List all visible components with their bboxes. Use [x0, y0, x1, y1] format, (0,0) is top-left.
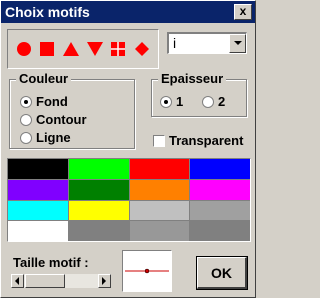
couleur-group-label: Couleur [16, 71, 72, 86]
radio-contour-label: Contour [36, 112, 87, 127]
arrow-right-icon [102, 277, 106, 285]
color-palette [7, 158, 251, 242]
color-swatch[interactable] [68, 221, 129, 241]
radio-contour[interactable]: Contour [20, 112, 87, 127]
slider-thumb[interactable] [25, 274, 65, 288]
pattern-combo[interactable]: i [167, 32, 247, 54]
epaisseur-group: Epaisseur 1 2 [151, 71, 247, 117]
transparent-checkbox[interactable] [153, 134, 165, 147]
cross-square-shape-icon [111, 42, 126, 56]
radio-epaisseur-2[interactable]: 2 [202, 94, 225, 109]
color-swatch[interactable] [129, 159, 190, 179]
color-swatch[interactable] [8, 221, 68, 241]
color-swatch[interactable] [190, 221, 250, 241]
triangle-down-shape-icon [86, 42, 103, 56]
pattern-preview [122, 250, 172, 292]
window-title: Choix motifs [5, 4, 90, 20]
slider-right-button[interactable] [98, 274, 111, 288]
color-swatch[interactable] [129, 179, 190, 200]
square-shape-button[interactable] [38, 40, 56, 58]
radio-contour-button[interactable] [20, 113, 32, 126]
triangle-up-shape-button[interactable] [62, 40, 80, 58]
taille-motif-slider[interactable] [11, 274, 111, 288]
color-swatch[interactable] [190, 179, 250, 200]
shape-selector [7, 29, 159, 69]
color-swatch[interactable] [190, 159, 250, 179]
radio-fond[interactable]: Fond [20, 94, 68, 109]
cross-square-shape-button[interactable] [109, 40, 127, 58]
color-swatch[interactable] [129, 200, 190, 221]
radio-epaisseur-1-button[interactable] [160, 95, 172, 108]
preview-line-icon [125, 268, 169, 274]
diamond-shape-button[interactable] [133, 40, 151, 58]
circle-shape-button[interactable] [15, 40, 33, 58]
color-swatch[interactable] [8, 179, 68, 200]
transparent-checkbox-row[interactable]: Transparent [153, 133, 243, 148]
color-swatch[interactable] [68, 159, 129, 179]
color-swatch[interactable] [68, 179, 129, 200]
triangle-down-shape-button[interactable] [86, 40, 104, 58]
color-swatch[interactable] [129, 221, 190, 241]
radio-fond-button[interactable] [20, 95, 32, 108]
transparent-label: Transparent [169, 133, 244, 148]
slider-left-button[interactable] [11, 274, 24, 288]
square-shape-icon [40, 42, 55, 56]
epaisseur-group-label: Epaisseur [158, 71, 227, 86]
color-swatch[interactable] [8, 200, 68, 221]
taille-motif-label: Taille motif : [13, 255, 89, 270]
radio-epaisseur-1-label: 1 [176, 94, 184, 109]
chevron-down-icon [233, 41, 242, 45]
circle-shape-icon [16, 42, 31, 56]
close-button[interactable]: x [234, 4, 252, 20]
radio-ligne-label: Ligne [36, 130, 71, 145]
color-swatch[interactable] [190, 200, 250, 221]
choix-motifs-window: Choix motifs x i Couleur Fond Contour Li… [0, 0, 256, 298]
ok-button[interactable]: OK [196, 256, 248, 290]
radio-ligne-button[interactable] [20, 131, 32, 144]
radio-ligne[interactable]: Ligne [20, 130, 71, 145]
title-bar[interactable]: Choix motifs x [1, 1, 255, 23]
radio-epaisseur-2-label: 2 [218, 94, 226, 109]
couleur-group: Couleur Fond Contour Ligne [9, 71, 135, 149]
combo-dropdown-button[interactable] [229, 34, 246, 53]
radio-fond-label: Fond [36, 94, 68, 109]
arrow-left-icon [15, 277, 19, 285]
color-swatch[interactable] [8, 159, 68, 179]
pattern-combo-value: i [173, 35, 177, 51]
diamond-shape-icon [135, 42, 150, 56]
radio-epaisseur-2-button[interactable] [202, 95, 214, 108]
radio-epaisseur-1[interactable]: 1 [160, 94, 183, 109]
triangle-up-shape-icon [63, 42, 80, 56]
color-swatch[interactable] [68, 200, 129, 221]
